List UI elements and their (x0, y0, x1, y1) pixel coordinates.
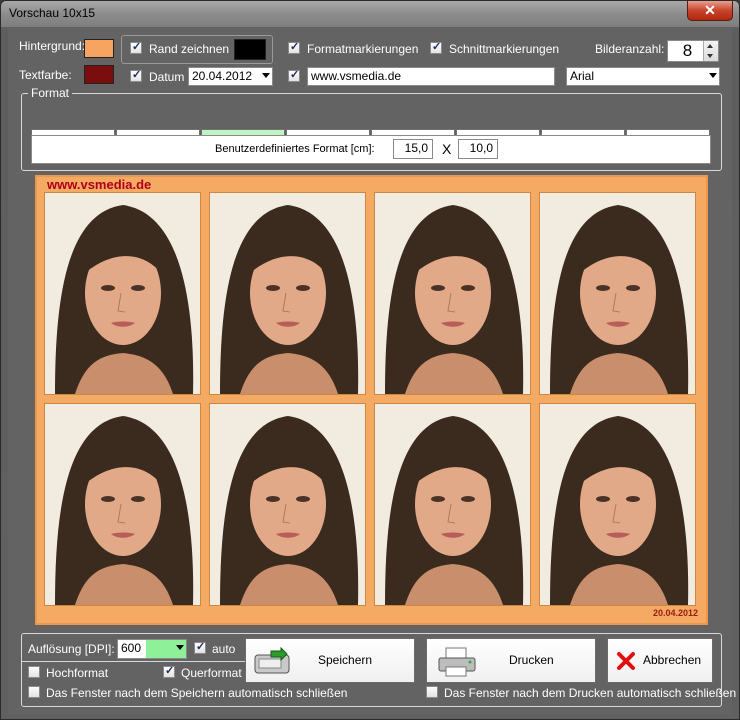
preview-date-text: 20.04.2012 (652, 608, 698, 618)
font-select[interactable]: Arial (566, 67, 720, 86)
custom-x-label: X (442, 141, 452, 157)
custom-width-input[interactable]: 15,0 (393, 139, 433, 159)
passport-photo (44, 403, 201, 606)
close-after-save-label: Das Fenster nach dem Speichern automatis… (46, 686, 348, 700)
preview-window: Vorschau 10x15 ✕ Hintergrund: Textfarbe:… (0, 0, 740, 720)
check-mark-icon: ✓ (132, 69, 142, 81)
aufloesung-label: Auflösung [DPI]: (28, 642, 115, 656)
textfarbe-label: Textfarbe: (19, 68, 72, 82)
schnittmarkierungen-label: Schnittmarkierungen (449, 42, 560, 56)
print-button-label: Drucken (509, 653, 554, 667)
close-after-save-checkbox[interactable] (28, 686, 40, 698)
auto-checkbox[interactable]: ✓ (194, 641, 206, 654)
print-preview: www.vsmedia.de 20.04.2012 (35, 175, 708, 625)
check-mark-icon: ✓ (290, 69, 300, 81)
font-value: Arial (570, 69, 595, 83)
passport-photo (44, 192, 201, 395)
check-mark-icon: ✓ (165, 665, 175, 677)
save-button-label: Speichern (318, 653, 373, 667)
client-area: Hintergrund: Textfarbe: ✓ Rand zeichnen … (8, 28, 736, 714)
rand-color-swatch[interactable] (234, 39, 266, 60)
passport-photo (374, 403, 531, 606)
url-input[interactable]: www.vsmedia.de (307, 67, 555, 86)
passport-photo (539, 403, 696, 606)
datum-label: Datum (149, 70, 185, 84)
auto-label: auto (212, 642, 236, 656)
save-drive-icon (254, 647, 290, 674)
check-mark-icon: ✓ (432, 41, 442, 53)
chevron-up-icon[interactable] (707, 44, 713, 48)
window-title: Vorschau 10x15 (9, 6, 96, 20)
passport-photo (209, 192, 366, 395)
custom-width-value: 15,0 (404, 141, 428, 155)
bilderanzahl-stepper[interactable]: 8 (667, 40, 719, 62)
check-mark-icon: ✓ (290, 41, 300, 53)
hochformat-label: Hochformat (46, 666, 109, 680)
passport-photo (539, 192, 696, 395)
bilderanzahl-value: 8 (682, 41, 693, 60)
preview-url-text: www.vsmedia.de (47, 177, 152, 192)
chevron-down-icon[interactable] (176, 645, 184, 650)
custom-format-bar: Benutzerdefiniertes Format [cm]: 15,0 X … (31, 135, 711, 164)
passport-photo (374, 192, 531, 395)
check-mark-icon: ✓ (196, 641, 206, 653)
custom-height-input[interactable]: 10,0 (458, 139, 498, 159)
close-button[interactable]: ✕ (687, 1, 733, 21)
url-checkbox[interactable]: ✓ (288, 69, 300, 82)
custom-height-value: 10,0 (469, 141, 493, 155)
check-mark-icon: ✓ (132, 41, 142, 53)
datum-value: 20.04.2012 (192, 69, 253, 83)
formatmarkierungen-label: Formatmarkierungen (307, 42, 419, 56)
format-group-label: Format (28, 86, 73, 100)
divider (22, 661, 248, 662)
text-color-swatch[interactable] (84, 65, 114, 84)
chevron-down-icon[interactable] (709, 73, 717, 78)
dpi-select[interactable]: 600 (117, 639, 187, 659)
datum-date-picker[interactable]: 20.04.2012 (188, 67, 273, 86)
hintergrund-label: Hintergrund: (19, 39, 86, 53)
url-value: www.vsmedia.de (311, 69, 402, 83)
hochformat-checkbox[interactable] (28, 666, 40, 678)
print-button[interactable]: Drucken (426, 638, 596, 683)
stepper-buttons[interactable] (703, 41, 718, 61)
save-button[interactable]: Speichern (245, 638, 415, 683)
formatmarkierungen-checkbox[interactable]: ✓ (288, 41, 300, 54)
bilderanzahl-label: Bilderanzahl: (595, 42, 665, 56)
querformat-checkbox[interactable]: ✓ (163, 665, 175, 678)
close-after-print-label: Das Fenster nach dem Drucken automatisch… (444, 686, 737, 700)
title-bar[interactable]: Vorschau 10x15 ✕ (1, 1, 739, 27)
printer-icon (438, 647, 476, 677)
cancel-button[interactable]: Abbrechen (607, 638, 713, 683)
datum-checkbox[interactable]: ✓ (130, 69, 142, 82)
chevron-down-icon[interactable] (262, 73, 270, 78)
passport-photo (209, 403, 366, 606)
red-x-icon (617, 652, 635, 670)
cancel-button-label: Abbrechen (643, 653, 702, 667)
schnittmarkierungen-checkbox[interactable]: ✓ (430, 41, 442, 54)
background-color-swatch[interactable] (84, 39, 114, 58)
rand-zeichnen-checkbox[interactable]: ✓ (130, 41, 142, 54)
dpi-value: 600 (121, 641, 142, 655)
close-after-print-checkbox[interactable] (426, 686, 438, 698)
querformat-label: Querformat (181, 666, 242, 680)
custom-format-label: Benutzerdefiniertes Format [cm]: (215, 143, 375, 155)
rand-zeichnen-label: Rand zeichnen (149, 42, 230, 56)
chevron-down-icon[interactable] (707, 54, 713, 58)
